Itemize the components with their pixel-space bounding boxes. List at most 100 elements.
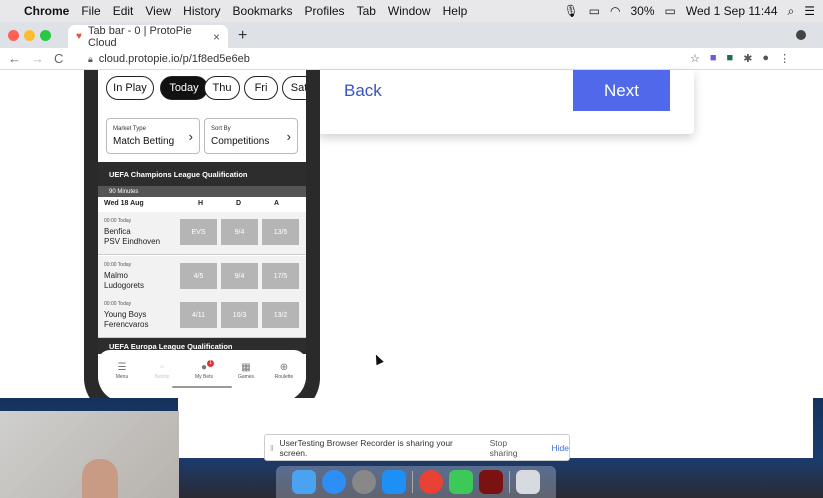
filter-in-play[interactable]: In Play <box>106 76 154 100</box>
trash-icon[interactable] <box>516 470 540 494</box>
menu-bookmarks[interactable]: Bookmarks <box>233 4 293 18</box>
close-window-button[interactable] <box>8 30 19 41</box>
market-type-label: Market Type <box>113 126 146 132</box>
minimize-window-button[interactable] <box>24 30 35 41</box>
zoom-window-button[interactable] <box>40 30 51 41</box>
roulette-icon: ⊕ <box>279 362 289 373</box>
nav-my-bets-label: My Bets <box>194 374 214 380</box>
protopie-favicon-icon: ♥ <box>76 31 82 42</box>
forward-icon[interactable]: → <box>31 51 44 66</box>
chevron-right-icon: › <box>188 129 193 144</box>
chrome-icon[interactable] <box>419 470 443 494</box>
mic-icon[interactable]: 🎙︎ <box>563 4 578 18</box>
screen-share-icon[interactable]: ▭ <box>589 4 600 18</box>
filter-sat[interactable]: Sat <box>282 76 306 100</box>
flash-icon[interactable] <box>479 470 503 494</box>
my-bets-badge: 1 <box>207 360 214 367</box>
col-h: H <box>198 200 204 207</box>
share-message: UserTesting Browser Recorder is sharing … <box>279 437 453 458</box>
nav-menu[interactable]: ☰ Menu <box>102 362 142 380</box>
drag-handle-icon[interactable]: ‖ <box>270 443 274 453</box>
search-icon[interactable]: ⌕ <box>788 4 795 19</box>
dock-divider <box>509 471 510 493</box>
menu-help[interactable]: Help <box>443 4 468 18</box>
browser-tab[interactable]: ♥ Tab bar - 0 | ProtoPie Cloud × <box>68 25 228 49</box>
reload-icon[interactable]: C <box>54 51 63 66</box>
match-row[interactable]: 00:00 Today Young Boys Ferencvaros 4/11 … <box>98 295 306 338</box>
nav-betslip[interactable]: ▫ Betslip <box>142 362 182 380</box>
odds-draw[interactable]: 9/4 <box>221 263 258 289</box>
nav-roulette[interactable]: ⊕ Roulette <box>264 362 304 380</box>
puzzle-icon[interactable]: ✱ <box>743 52 752 65</box>
lock-icon: 🔒︎ <box>88 53 93 64</box>
profile-menu-icon[interactable] <box>796 30 806 40</box>
chevron-right-icon: › <box>286 129 291 144</box>
odds-draw[interactable]: 10/3 <box>221 302 258 328</box>
more-icon[interactable]: ⋮ <box>779 52 790 65</box>
menu-tab[interactable]: Tab <box>357 4 376 18</box>
facetime-icon[interactable] <box>449 470 473 494</box>
new-tab-button[interactable]: + <box>238 27 247 45</box>
control-center-icon[interactable]: ☰ <box>804 4 815 18</box>
odds-home[interactable]: 4/11 <box>180 302 217 328</box>
filter-fri[interactable]: Fri <box>244 76 278 100</box>
back-button[interactable]: Back <box>344 79 424 103</box>
match-row[interactable]: 00:00 Today Malmo Ludogorets 4/5 9/4 17/… <box>98 256 306 299</box>
odds-home[interactable]: EVS <box>180 219 217 245</box>
app-store-icon[interactable] <box>382 470 406 494</box>
team-away: Ferencvaros <box>104 320 149 329</box>
menu-window[interactable]: Window <box>388 4 431 18</box>
nav-games[interactable]: ▦ Games <box>226 362 266 380</box>
battery-percent[interactable]: 30% <box>631 4 655 18</box>
match-time: 00:00 Today <box>104 301 132 307</box>
stop-sharing-button[interactable]: Stop sharing <box>490 438 536 458</box>
status-area: 🎙︎ ▭ ◠ 30% ▭ Wed 1 Sep 11:44 ⌕ ☰ <box>563 0 815 22</box>
dock-divider <box>412 471 413 493</box>
sort-by-value: Competitions <box>211 136 270 147</box>
menu-edit[interactable]: Edit <box>113 4 134 18</box>
match-time: 00:00 Today <box>104 218 132 224</box>
menu-view[interactable]: View <box>145 4 171 18</box>
odds-away[interactable]: 13/5 <box>262 219 299 245</box>
finder-icon[interactable] <box>292 470 316 494</box>
profile-icon[interactable]: ● <box>762 52 769 65</box>
back-icon[interactable]: ← <box>8 51 21 66</box>
menu-app-name[interactable]: Chrome <box>24 4 69 18</box>
odds-away[interactable]: 17/5 <box>262 263 299 289</box>
nav-my-bets[interactable]: ● 1 My Bets <box>184 360 224 380</box>
battery-icon[interactable]: ▭ <box>665 4 676 18</box>
screen-share-bar: ‖ UserTesting Browser Recorder is sharin… <box>264 434 570 461</box>
odds-home[interactable]: 4/5 <box>180 263 217 289</box>
hide-button[interactable]: Hide <box>552 443 569 453</box>
match-row[interactable]: 00:00 Today Benfica PSV Eindhoven EVS 9/… <box>98 212 306 255</box>
sub-header: 90 Minutes <box>98 186 306 197</box>
team-away: PSV Eindhoven <box>104 237 161 246</box>
sort-by-select[interactable]: Sort By Competitions › <box>204 118 298 154</box>
odds-away[interactable]: 13/2 <box>262 302 299 328</box>
extensions: ☆ ■ ■ ✱ ● ⋮ <box>690 52 790 65</box>
filter-thu[interactable]: Thu <box>204 76 240 100</box>
extension-icon[interactable]: ■ <box>727 52 734 65</box>
bookmark-star-icon[interactable]: ☆ <box>690 52 700 65</box>
market-type-select[interactable]: Market Type Match Betting › <box>106 118 200 154</box>
team-home: Young Boys <box>104 310 147 319</box>
menu-bar: Chrome File Edit View History Bookmarks … <box>0 0 823 22</box>
sort-by-label: Sort By <box>211 126 231 132</box>
address-bar[interactable]: 🔒︎ cloud.protopie.io/p/1f8ed5e6eb <box>88 50 688 68</box>
menu-profiles[interactable]: Profiles <box>305 4 345 18</box>
wifi-icon[interactable]: ◠ <box>610 4 620 18</box>
extension-icon[interactable]: ■ <box>710 52 717 65</box>
filter-today[interactable]: Today <box>160 76 208 100</box>
odds-draw[interactable]: 9/4 <box>221 219 258 245</box>
clock[interactable]: Wed 1 Sep 11:44 <box>686 4 778 18</box>
menu-file[interactable]: File <box>81 4 100 18</box>
system-preferences-icon[interactable] <box>352 470 376 494</box>
tab-close-icon[interactable]: × <box>213 30 220 44</box>
match-time: 00:00 Today <box>104 262 132 268</box>
dock <box>276 466 556 498</box>
safari-icon[interactable] <box>322 470 346 494</box>
date-row: Wed 18 Aug H D A <box>98 197 306 211</box>
menu-history[interactable]: History <box>183 4 220 18</box>
phone-screen: In Play Today Thu Fri Sat Market Type Ma… <box>98 70 306 402</box>
next-button[interactable]: Next <box>573 70 670 111</box>
